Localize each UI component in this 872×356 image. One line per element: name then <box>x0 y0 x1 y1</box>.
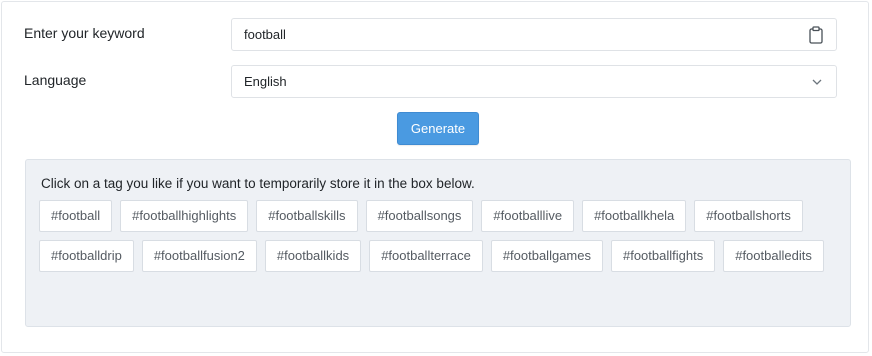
generate-button[interactable]: Generate <box>397 112 479 145</box>
tag-button[interactable]: #footballdrip <box>39 240 134 272</box>
tag-button[interactable]: #footballskills <box>256 200 358 232</box>
tags-instruction: Click on a tag you like if you want to t… <box>41 176 475 191</box>
tag-button[interactable]: #footballkhela <box>582 200 687 232</box>
chevron-down-icon <box>812 79 822 85</box>
language-label: Language <box>24 72 87 88</box>
tag-button[interactable]: #footballterrace <box>369 240 483 272</box>
tags-panel: Click on a tag you like if you want to t… <box>25 159 851 327</box>
tag-button[interactable]: #footballsongs <box>365 200 474 232</box>
keyword-field-wrapper <box>231 18 837 51</box>
tags-list: #football #footballhighlights #footballs… <box>39 200 839 272</box>
hashtag-generator-card: Enter your keyword Language English Gene… <box>1 1 869 353</box>
language-select[interactable]: English <box>231 65 837 98</box>
tag-button[interactable]: #footballkids <box>264 240 362 272</box>
keyword-input[interactable] <box>244 19 784 50</box>
keyword-label: Enter your keyword <box>24 25 145 41</box>
tag-button[interactable]: #footballhighlights <box>120 200 249 232</box>
tag-button[interactable]: #footballedits <box>723 240 824 272</box>
tag-button[interactable]: #football <box>39 200 113 232</box>
tag-button[interactable]: #footballfusion2 <box>141 240 257 272</box>
tag-button[interactable]: #footballfights <box>610 240 716 272</box>
language-select-value: English <box>244 74 287 89</box>
tag-button[interactable]: #footballlive <box>481 200 575 232</box>
tag-button[interactable]: #footballshorts <box>694 200 803 232</box>
tag-button[interactable]: #footballgames <box>490 240 603 272</box>
clipboard-icon[interactable] <box>808 26 824 44</box>
